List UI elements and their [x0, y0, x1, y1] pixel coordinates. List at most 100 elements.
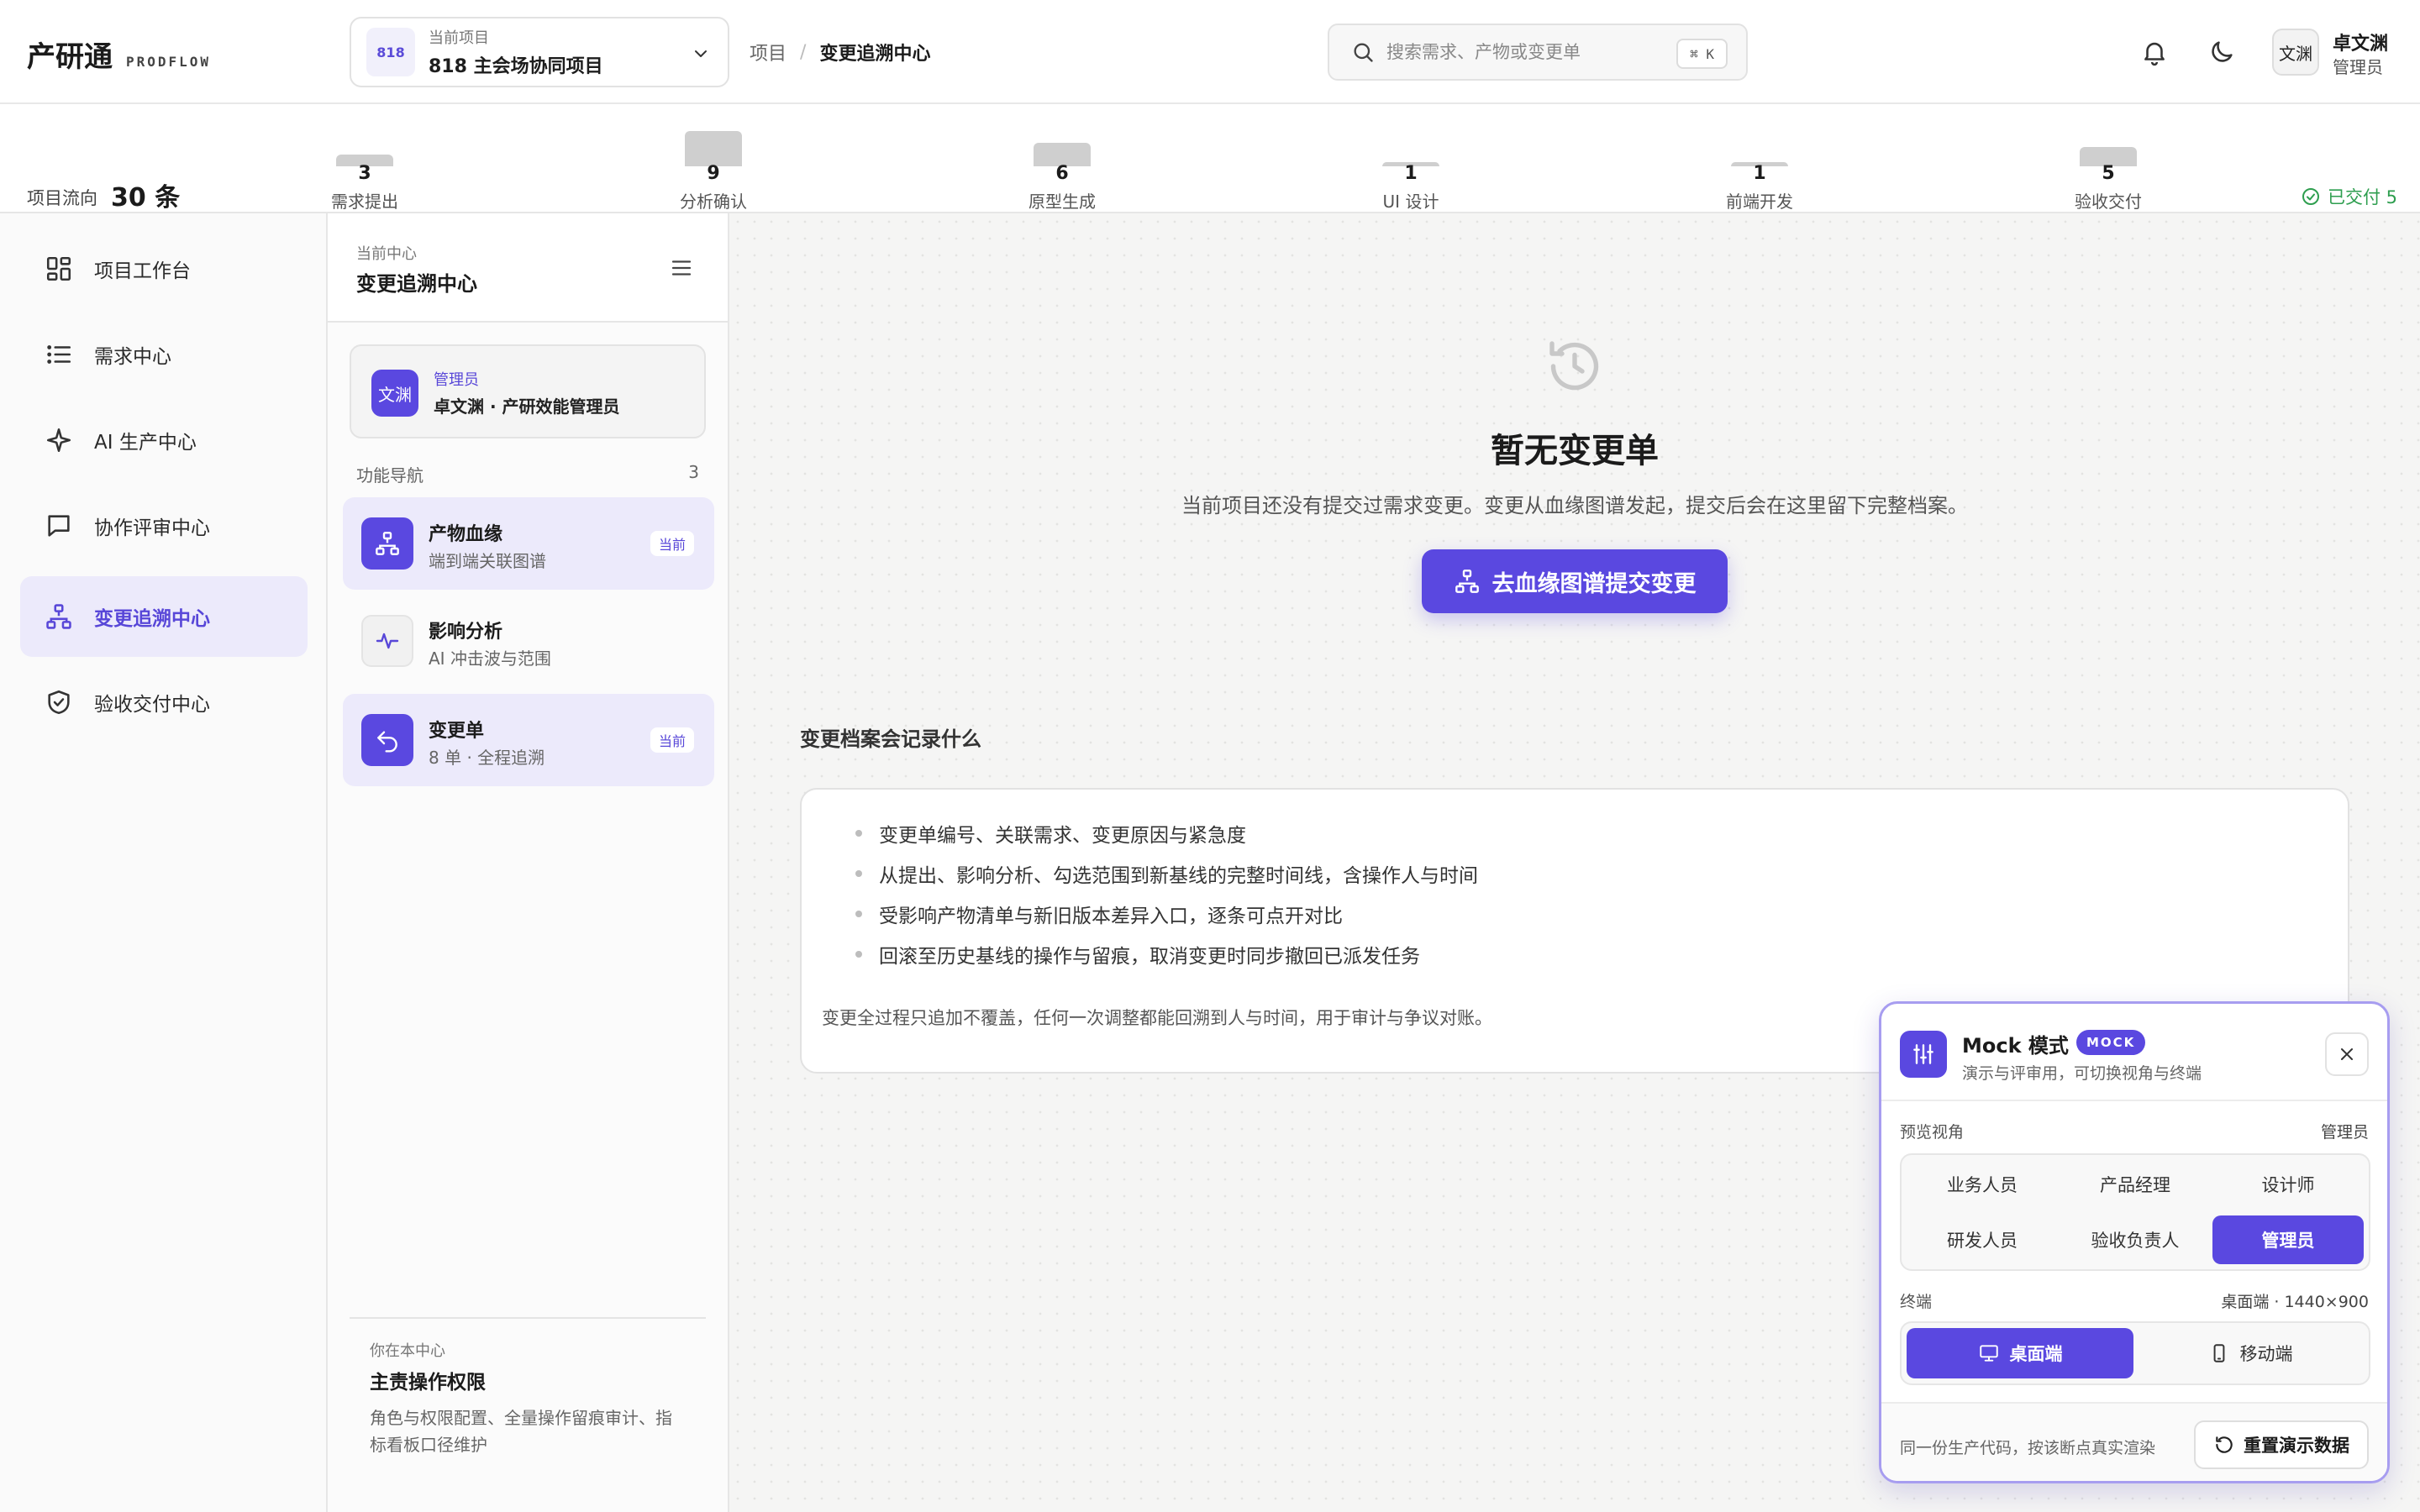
user-avatar[interactable]: 文渊: [2272, 29, 2319, 76]
flow-stage-name: 需求提出: [331, 192, 398, 212]
role-button[interactable]: 验收负责人: [2060, 1215, 2211, 1264]
sidebar-item-label: 项目工作台: [94, 260, 191, 282]
reset-demo-button[interactable]: 重置演示数据: [2194, 1420, 2369, 1469]
role-button[interactable]: 研发人员: [1907, 1215, 2058, 1264]
sidebar-item-label: 需求中心: [94, 346, 171, 368]
submit-change-label: 去血缘图谱提交变更: [1491, 570, 1697, 597]
mock-panel: Mock 模式 MOCK 演示与评审用，可切换视角与终端 预览视角 管理员 业务…: [1879, 1001, 2390, 1483]
center-panel: 当前中心 变更追溯中心 文渊 管理员 卓文渊 · 产研效能管理员 功能导航 3 …: [328, 213, 729, 1512]
admin-card: 文渊 管理员 卓文渊 · 产研效能管理员: [350, 344, 706, 438]
flow-stage-name: 验收交付: [2075, 192, 2142, 212]
project-badge: 818: [366, 28, 415, 76]
flow-stage[interactable]: 5 验收交付: [2058, 104, 2159, 213]
flow-stage-name: 原型生成: [1028, 192, 1096, 212]
history-icon: [1544, 336, 1605, 396]
pulse-icon: [361, 615, 413, 667]
flow-stage[interactable]: 9 分析确认: [663, 104, 764, 213]
project-label: 当前项目: [429, 29, 489, 47]
flow-label: 项目流向: [27, 188, 97, 208]
list-item: 从提出、影响分析、勾选范围到新基线的完整时间线，含操作人与时间: [855, 853, 1478, 894]
function-item-title: 产物血缘: [429, 524, 503, 545]
flow-stage[interactable]: 1 UI 设计: [1360, 104, 1461, 213]
refresh-icon: [2213, 1434, 2235, 1456]
chat-icon: [42, 509, 76, 543]
record-list: 变更单编号、关联需求、变更原因与紧急度 从提出、影响分析、勾选范围到新基线的完整…: [855, 813, 1478, 974]
admin-name: 卓文渊 · 产研效能管理员: [434, 396, 620, 417]
current-tag: 当前: [650, 727, 694, 753]
sidebar-item-change-trace[interactable]: 变更追溯中心: [20, 576, 308, 657]
top-header: 产研通 PRODFLOW 818 当前项目 818 主会场协同项目 项目 / 变…: [0, 0, 2420, 104]
close-button[interactable]: [2325, 1032, 2369, 1076]
footer-note: 同一份生产代码，按该断点真实渲染: [1900, 1439, 2156, 1457]
flow-stage-bar: [685, 131, 742, 166]
flow-stage-name: 分析确认: [680, 192, 747, 212]
flow-stage[interactable]: 3 需求提出: [314, 104, 415, 213]
function-item-change-order[interactable]: 变更单 8 单 · 全程追溯 当前: [343, 694, 714, 786]
function-item-desc: 端到端关联图谱: [429, 551, 546, 571]
sidebar-item-acceptance[interactable]: 验收交付中心: [20, 662, 308, 743]
permission-title: 主责操作权限: [370, 1372, 486, 1394]
mobile-terminal-button[interactable]: 移动端: [2137, 1328, 2364, 1378]
chevron-down-icon: [691, 44, 711, 64]
flow-stage-count: 1: [1753, 163, 1766, 184]
submit-change-button[interactable]: 去血缘图谱提交变更: [1422, 549, 1728, 613]
flow-stage[interactable]: 1 前端开发: [1709, 104, 1810, 213]
search-icon: [1351, 40, 1375, 64]
role-selector: 业务人员 产品经理 设计师 研发人员 验收负责人 管理员: [1900, 1153, 2370, 1271]
mock-title: Mock 模式: [1962, 1034, 2069, 1058]
menu-icon[interactable]: [669, 255, 694, 281]
hierarchy-icon: [361, 517, 413, 570]
sidebar-item-workbench[interactable]: 项目工作台: [20, 228, 308, 309]
permission-desc: 角色与权限配置、全量操作留痕审计、指标看板口径维护: [370, 1408, 672, 1455]
terminal-label: 终端: [1900, 1293, 1933, 1311]
delivered-label: 已交付 5: [2328, 187, 2398, 207]
theme-toggle-button[interactable]: [2200, 30, 2244, 74]
admin-role: 管理员: [434, 371, 479, 389]
shield-check-icon: [42, 685, 76, 719]
role-button[interactable]: 产品经理: [2060, 1160, 2211, 1209]
brand[interactable]: 产研通 PRODFLOW: [27, 34, 211, 75]
sparkle-icon: [42, 423, 76, 457]
current-tag: 当前: [650, 531, 694, 556]
flow-stage-count: 6: [1055, 163, 1069, 184]
list-icon: [42, 338, 76, 371]
role-button[interactable]: 业务人员: [1907, 1160, 2058, 1209]
flow-stage-name: 前端开发: [1726, 192, 1793, 212]
search-box[interactable]: ⌘ K: [1328, 24, 1748, 81]
list-item: 回滚至历史基线的操作与留痕，取消变更时同步撤回已派发任务: [855, 934, 1478, 974]
app-subtitle: PRODFLOW: [126, 54, 212, 70]
terminal-value: 桌面端 · 1440×900: [2221, 1293, 2369, 1311]
sliders-icon: [1900, 1031, 1947, 1078]
breadcrumb-root[interactable]: 项目: [750, 39, 786, 66]
sidebar-item-ai-production[interactable]: AI 生产中心: [20, 400, 308, 480]
sidebar-item-review[interactable]: 协作评审中心: [20, 486, 308, 566]
flow-stage-count: 3: [358, 163, 371, 184]
mock-panel-header: Mock 模式 MOCK 演示与评审用，可切换视角与终端: [1881, 1004, 2387, 1101]
sidebar-item-requirements[interactable]: 需求中心: [20, 314, 308, 395]
reset-demo-label: 重置演示数据: [2244, 1436, 2349, 1456]
function-item-lineage[interactable]: 产物血缘 端到端关联图谱 当前: [343, 497, 714, 590]
role-button[interactable]: 设计师: [2212, 1160, 2364, 1209]
function-item-impact[interactable]: 影响分析 AI 冲击波与范围: [343, 595, 714, 687]
notification-button[interactable]: [2133, 30, 2176, 74]
flow-stage-count: 5: [2102, 163, 2115, 184]
function-item-desc: 8 单 · 全程追溯: [429, 748, 545, 768]
breadcrumb: 项目 / 变更追溯中心: [750, 39, 930, 66]
sidebar-item-label: 验收交付中心: [94, 694, 210, 716]
function-nav-label: 功能导航: [356, 465, 424, 486]
sidebar-item-label: 变更追溯中心: [94, 608, 210, 630]
role-button-active[interactable]: 管理员: [2212, 1215, 2364, 1264]
search-input[interactable]: [1386, 42, 1655, 62]
desktop-terminal-button[interactable]: 桌面端: [1907, 1328, 2133, 1378]
center-title: 变更追溯中心: [356, 272, 477, 296]
sidebar-item-label: 协作评审中心: [94, 517, 210, 539]
bell-icon: [2140, 38, 2169, 66]
flow-stage-name: UI 设计: [1382, 192, 1439, 212]
function-nav-count: 3: [688, 462, 699, 482]
permission-kicker: 你在本中心: [370, 1342, 445, 1360]
sidebar: 项目工作台 需求中心 AI 生产中心 协作评审中心 变更追溯中心 验收交付中心: [0, 213, 328, 1512]
delivered-status: 已交付 5: [2301, 184, 2397, 209]
flow-stage[interactable]: 6 原型生成: [1012, 104, 1113, 213]
flow-stage-count: 1: [1404, 163, 1418, 184]
project-switcher[interactable]: 818 当前项目 818 主会场协同项目: [350, 17, 729, 87]
